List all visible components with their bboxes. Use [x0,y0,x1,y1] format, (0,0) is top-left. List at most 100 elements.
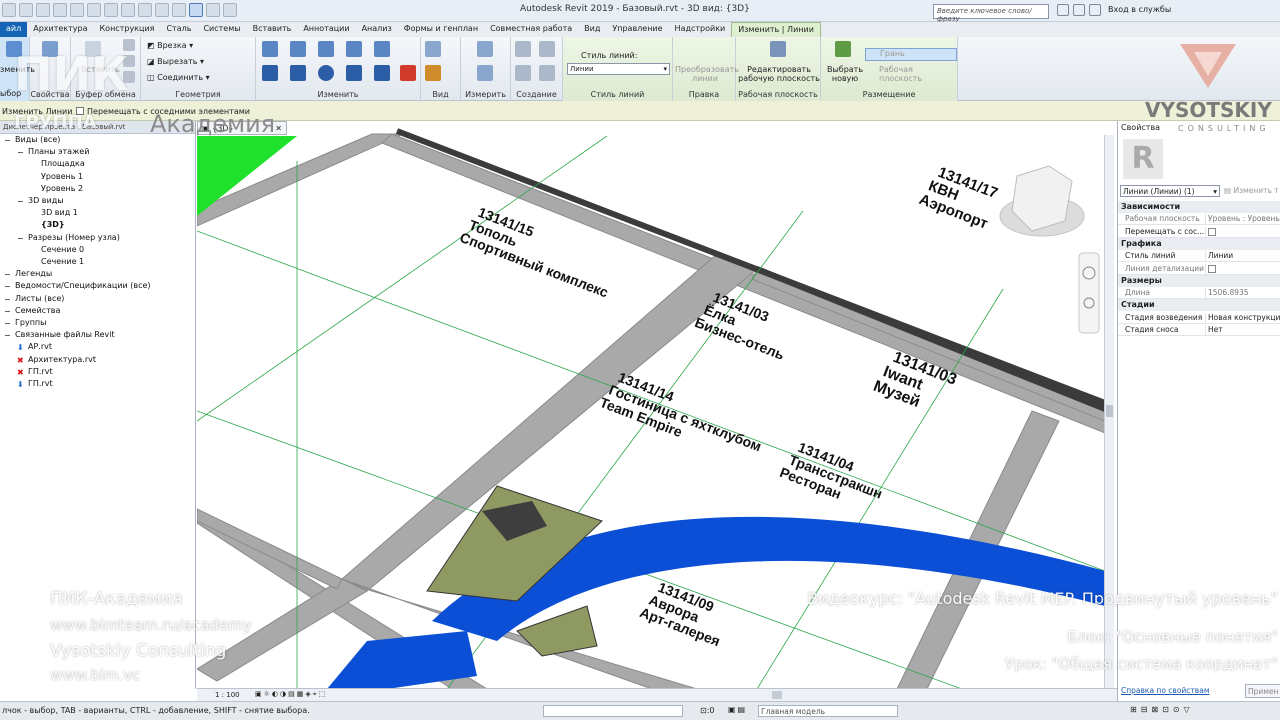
open-icon[interactable] [2,3,16,17]
tree-item[interactable]: −3D виды [17,196,64,206]
tree-item[interactable]: Сечение 0 [30,245,84,254]
copy-element-icon[interactable] [290,65,306,81]
redo-icon[interactable] [70,3,84,17]
mirror-icon[interactable] [318,41,334,57]
hide-icon[interactable] [425,41,441,57]
dimension-icon[interactable] [121,3,135,17]
property-value[interactable]: Нет [1205,325,1280,336]
view-control-icons[interactable]: ▣☼◐◑▤▦◈⌖⬚ [255,690,327,699]
property-value[interactable]: Линии [1205,251,1280,263]
property-row[interactable]: Линия детализации [1118,263,1280,275]
tree-item[interactable]: ⬇ АР.rvt [17,342,52,352]
tree-item[interactable]: − Разрезы (Номер узла) [17,233,120,243]
close-icon[interactable]: ✕ [275,124,282,133]
properties-category[interactable]: Размеры [1118,274,1280,287]
offset-icon[interactable] [290,41,306,57]
save-icon[interactable] [19,3,33,17]
tab-12[interactable]: Надстройки [669,22,732,37]
tree-item[interactable]: {3D} [30,220,65,229]
property-value[interactable] [1205,226,1280,238]
print-icon[interactable] [87,3,101,17]
join-button[interactable]: ◫ Соединить ▾ [147,73,210,82]
property-checkbox[interactable] [1208,264,1216,273]
create-group-icon[interactable] [515,65,531,81]
create-similar-icon[interactable] [539,65,555,81]
tab-0[interactable]: айл [0,22,28,37]
face-button[interactable]: Грань [865,48,957,61]
tree-item[interactable]: Площадка [30,159,85,168]
workset-select[interactable] [543,705,683,717]
close-windows-icon[interactable] [206,3,220,17]
section-icon[interactable] [172,3,186,17]
tree-item[interactable]: − Виды (все) [4,135,60,145]
pick-new-button[interactable]: Выбрать новую [825,65,865,83]
tree-item[interactable]: − Легенды [4,269,52,279]
undo-icon[interactable] [53,3,67,17]
communication-icon[interactable] [1073,4,1085,16]
trim-icon[interactable] [346,65,362,81]
binoculars-icon[interactable] [1057,4,1069,16]
properties-help-link[interactable]: Справка по свойствам [1121,686,1209,695]
tab-10[interactable]: Вид [578,22,606,37]
create-parts-icon[interactable] [539,41,555,57]
sign-in-button[interactable]: Вход в службы [1108,5,1171,14]
edit-workplane-button[interactable]: Редактировать рабочую плоскость [738,65,820,83]
property-value[interactable] [1205,263,1280,275]
selection-filter-icons[interactable]: ⊞⊟⊠⊡⊙▽ [1130,705,1194,714]
delete-icon[interactable] [400,65,416,81]
edit-workplane-icon[interactable] [770,41,786,57]
property-value[interactable]: Новая конструкция [1205,312,1280,324]
tree-item[interactable]: − Ведомости/Спецификации (все) [4,281,151,291]
pick-new-icon[interactable] [835,41,851,57]
rotate-icon[interactable] [318,65,334,81]
cut-geometry-button[interactable]: ◪ Вырезать ▾ [147,57,204,66]
navigation-bar[interactable] [1078,252,1100,334]
tab-6[interactable]: Аннотации [297,22,355,37]
favorites-icon[interactable] [1089,4,1101,16]
tab-13[interactable]: Изменить | Линии [731,22,821,37]
tab-3[interactable]: Сталь [160,22,197,37]
tree-item[interactable]: − Семейства [4,306,60,316]
tree-item[interactable]: ⬇ ГП.rvt [17,379,53,389]
tab-2[interactable]: Конструкция [94,22,161,37]
convert-lines-button[interactable]: Преобразовать линии [675,65,739,83]
thin-lines-icon[interactable] [189,3,203,17]
tab-8[interactable]: Формы и генплан [398,22,484,37]
design-option-select[interactable]: Главная модель [758,705,898,717]
property-row[interactable]: Длина 1506.8935 [1118,287,1280,300]
edit-type-button[interactable]: ▤ Изменить т [1224,186,1279,195]
property-row[interactable]: Стадия сноса Нет [1118,324,1280,336]
property-row[interactable]: Стадия возведения Новая конструкция [1118,312,1280,324]
aligned-dimension-icon[interactable] [477,65,493,81]
properties-category[interactable]: Зависимости [1118,201,1280,213]
measure-icon[interactable] [104,3,118,17]
create-assembly-icon[interactable] [515,41,531,57]
properties-category[interactable]: Графика [1118,237,1280,250]
tree-item[interactable]: − Листы (все) [4,294,64,304]
property-checkbox[interactable] [1208,227,1216,236]
property-value[interactable]: 1506.8935 [1205,288,1280,300]
tab-7[interactable]: Анализ [356,22,398,37]
tree-item[interactable]: ✖ ГП.rvt [17,367,53,377]
tree-item[interactable]: ✖ Архитектура.rvt [17,355,96,365]
property-row[interactable]: Рабочая плоскость Уровень : Уровень 1 [1118,213,1280,226]
property-row[interactable]: Стиль линий Линии [1118,250,1280,263]
tab-9[interactable]: Совместная работа [484,22,578,37]
properties-category[interactable]: Стадии [1118,299,1280,312]
split-icon[interactable] [374,41,390,57]
override-icon[interactable] [425,65,441,81]
mirror-draw-icon[interactable] [346,41,362,57]
horizontal-scroll-thumb[interactable] [772,691,782,699]
tab-11[interactable]: Управление [606,22,668,37]
switch-windows-icon[interactable] [223,3,237,17]
search-input[interactable]: Введите ключевое слово/фразу [933,4,1049,23]
tab-4[interactable]: Системы [197,22,246,37]
line-style-select[interactable]: Линии ▾ [567,63,670,75]
tab-1[interactable]: Архитектура [27,22,93,37]
tree-item[interactable]: Сечение 1 [30,257,84,266]
align-icon[interactable] [262,41,278,57]
tree-item[interactable]: Уровень 1 [30,172,83,181]
scroll-thumb[interactable] [1106,405,1113,417]
tree-item[interactable]: − Связанные файлы Revit [4,330,115,340]
work-plane-button[interactable]: Рабочая плоскость [865,65,957,83]
